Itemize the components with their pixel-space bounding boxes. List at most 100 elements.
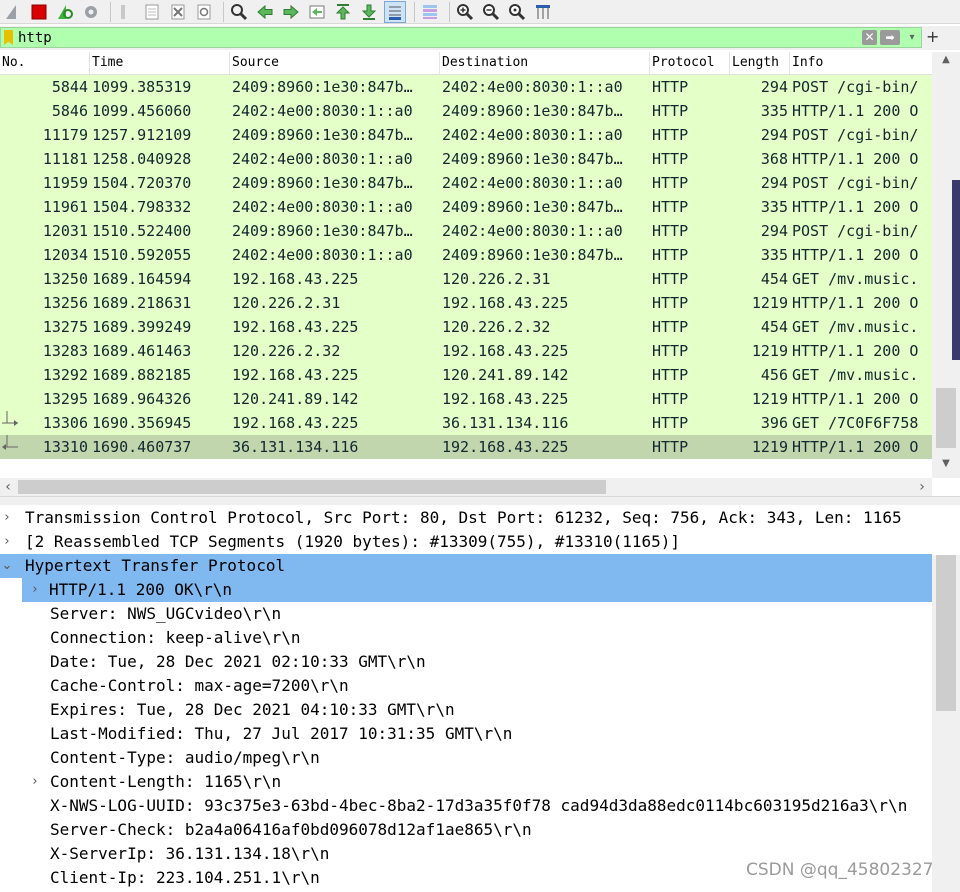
display-filter-input[interactable] xyxy=(18,29,838,47)
column-header-length[interactable]: Length xyxy=(730,52,790,74)
detail-text: Date: Tue, 28 Dec 2021 02:10:33 GMT\r\n xyxy=(50,652,426,671)
packet-cell-time: 1689.461463 xyxy=(92,342,192,360)
go-last-packet-button[interactable] xyxy=(358,1,380,23)
packet-row[interactable]: 12031 1510.522400 2409:8960:1e30:847b… 2402… xyxy=(0,219,932,243)
packet-cell-len: 335 xyxy=(760,246,788,264)
packet-row[interactable]: 11959 1504.720370 2409:8960:1e30:847b… 2402… xyxy=(0,171,932,195)
scroll-up-icon[interactable]: ▲ xyxy=(932,52,960,68)
packet-row[interactable]: 13250 1689.164594 192.168.43.225 120.226.2.… xyxy=(0,267,932,291)
column-header-source[interactable]: Source xyxy=(230,52,440,74)
column-header-info[interactable]: Info xyxy=(790,52,932,74)
packet-row[interactable]: 5846 1099.456060 2402:4e00:8030:1::a0 2409:… xyxy=(0,99,932,123)
expand-caret-icon[interactable]: › xyxy=(0,530,14,554)
detail-row[interactable]: › [2 Reassembled TCP Segments (1920 bytes… xyxy=(0,530,932,554)
scroll-left-icon[interactable]: ‹ xyxy=(0,478,16,496)
shark-fin-icon xyxy=(6,4,16,19)
scroll-right-icon[interactable]: › xyxy=(914,478,930,496)
details-vertical-scrollbar[interactable] xyxy=(932,555,960,892)
zoom-out-button[interactable] xyxy=(480,1,502,23)
go-back-button[interactable] xyxy=(254,1,276,23)
packet-cell-dst: 120.226.2.32 xyxy=(442,318,551,336)
packet-cell-proto: HTTP xyxy=(652,342,689,360)
packet-row[interactable]: 13275 1689.399249 192.168.43.225 120.226.2.… xyxy=(0,315,932,339)
packet-cell-dst: 2402:4e00:8030:1::a0 xyxy=(442,174,623,192)
packet-row[interactable]: 13310 1690.460737 36.131.134.116 192.168.43… xyxy=(0,435,932,459)
packet-cell-no: 13250 xyxy=(42,270,88,288)
packet-cell-len: 1219 xyxy=(751,438,788,456)
expand-caret-icon[interactable]: › xyxy=(28,578,42,602)
packet-cell-info: HTTP/1.1 200 O xyxy=(792,246,919,264)
packet-row[interactable]: 5844 1099.385319 2409:8960:1e30:847b… 2402:… xyxy=(0,75,932,99)
shark-fin-start-button[interactable] xyxy=(2,1,24,23)
open-file-button[interactable] xyxy=(115,1,137,23)
packet-row[interactable]: 13306 1690.356945 192.168.43.225 36.131.134… xyxy=(0,411,932,435)
detail-row[interactable]: Server-Check: b2a4a06416af0bd096078d12af… xyxy=(0,818,932,842)
detail-row[interactable]: X-NWS-LOG-UUID: 93c375e3-63bd-4bec-8ba2-… xyxy=(0,794,932,818)
pane-splitter[interactable] xyxy=(0,496,960,505)
auto-scroll-button[interactable] xyxy=(384,0,406,23)
column-header-protocol[interactable]: Protocol xyxy=(650,52,730,74)
detail-row[interactable]: Server: NWS_UGCvideo\r\n xyxy=(0,602,932,626)
detail-text: X-ServerIp: 36.131.134.18\r\n xyxy=(50,844,330,863)
packet-row[interactable]: 13256 1689.218631 120.226.2.31 192.168.43.2… xyxy=(0,291,932,315)
go-forward-button[interactable] xyxy=(280,1,302,23)
packet-row[interactable]: 11961 1504.798332 2402:4e00:8030:1::a0 2409… xyxy=(0,195,932,219)
packet-row[interactable]: 13295 1689.964326 120.241.89.142 192.168.43… xyxy=(0,387,932,411)
packet-cell-dst: 192.168.43.225 xyxy=(442,390,569,408)
packet-cell-dst: 2402:4e00:8030:1::a0 xyxy=(442,222,623,240)
detail-row[interactable]: ⌄ Hypertext Transfer Protocol xyxy=(0,554,932,578)
capture-options-button[interactable] xyxy=(80,1,102,23)
detail-row[interactable]: Content-Type: audio/mpeg\r\n xyxy=(0,746,932,770)
packet-row[interactable]: 11181 1258.040928 2402:4e00:8030:1::a0 2409… xyxy=(0,147,932,171)
restart-capture-button[interactable] xyxy=(54,1,76,23)
save-file-button[interactable] xyxy=(141,1,163,23)
packet-cell-proto: HTTP xyxy=(652,366,689,384)
packet-row[interactable]: 12034 1510.592055 2402:4e00:8030:1::a0 2409… xyxy=(0,243,932,267)
scrollbar-thumb[interactable] xyxy=(936,388,956,448)
packet-row[interactable]: 13292 1689.882185 192.168.43.225 120.241.89… xyxy=(0,363,932,387)
column-header-destination[interactable]: Destination xyxy=(440,52,650,74)
detail-row[interactable]: Expires: Tue, 28 Dec 2021 04:10:33 GMT\r… xyxy=(0,698,932,722)
normal-size-button[interactable] xyxy=(506,1,528,23)
packet-cell-src: 2402:4e00:8030:1::a0 xyxy=(232,102,413,120)
detail-row[interactable]: › Transmission Control Protocol, Src Port… xyxy=(0,506,932,530)
clear-filter-button[interactable]: ✕ xyxy=(862,30,877,45)
collapse-caret-icon[interactable]: ⌄ xyxy=(0,554,14,578)
packet-row[interactable]: 11179 1257.912109 2409:8960:1e30:847b… 2402… xyxy=(0,123,932,147)
packet-cell-time: 1504.798332 xyxy=(92,198,192,216)
expand-caret-icon[interactable]: › xyxy=(28,770,42,794)
detail-text: Transmission Control Protocol, Src Port:… xyxy=(25,508,902,527)
bookmark-icon[interactable] xyxy=(4,30,13,45)
filter-history-dropdown[interactable]: ▾ xyxy=(905,30,919,45)
packet-list-horizontal-scrollbar[interactable]: ‹ › xyxy=(0,478,932,496)
go-to-packet-button[interactable] xyxy=(306,1,328,23)
stop-capture-button[interactable] xyxy=(28,1,50,23)
column-header-no[interactable]: No. xyxy=(0,52,90,74)
add-filter-button[interactable]: + xyxy=(926,27,939,47)
scrollbar-thumb[interactable] xyxy=(936,555,956,711)
expand-caret-icon[interactable]: › xyxy=(0,506,14,530)
detail-row[interactable]: Connection: keep-alive\r\n xyxy=(0,626,932,650)
packet-cell-len: 294 xyxy=(760,222,788,240)
resize-columns-button[interactable] xyxy=(532,1,554,23)
colorize-button[interactable] xyxy=(419,1,441,23)
go-first-packet-button[interactable] xyxy=(332,1,354,23)
column-header-time[interactable]: Time xyxy=(90,52,230,74)
find-packet-button[interactable] xyxy=(228,1,250,23)
reload-file-button[interactable] xyxy=(193,1,215,23)
detail-row[interactable]: › Content-Length: 1165\r\n xyxy=(0,770,932,794)
apply-filter-button[interactable]: ➡ xyxy=(880,30,900,45)
scrollbar-thumb[interactable] xyxy=(18,480,606,494)
detail-row[interactable]: Cache-Control: max-age=7200\r\n xyxy=(0,674,932,698)
packet-cell-info: POST /cgi-bin/ xyxy=(792,174,919,192)
packet-cell-len: 1219 xyxy=(751,390,788,408)
detail-row[interactable]: Last-Modified: Thu, 27 Jul 2017 10:31:35… xyxy=(0,722,932,746)
detail-row[interactable]: › HTTP/1.1 200 OK\r\n xyxy=(22,578,932,602)
packet-cell-src: 2402:4e00:8030:1::a0 xyxy=(232,246,413,264)
scroll-down-icon[interactable]: ▼ xyxy=(932,456,960,472)
expand-caret-icon xyxy=(28,674,42,698)
zoom-in-button[interactable] xyxy=(454,1,476,23)
close-file-button[interactable] xyxy=(167,1,189,23)
detail-row[interactable]: Date: Tue, 28 Dec 2021 02:10:33 GMT\r\n xyxy=(0,650,932,674)
packet-row[interactable]: 13283 1689.461463 120.226.2.32 192.168.43.2… xyxy=(0,339,932,363)
